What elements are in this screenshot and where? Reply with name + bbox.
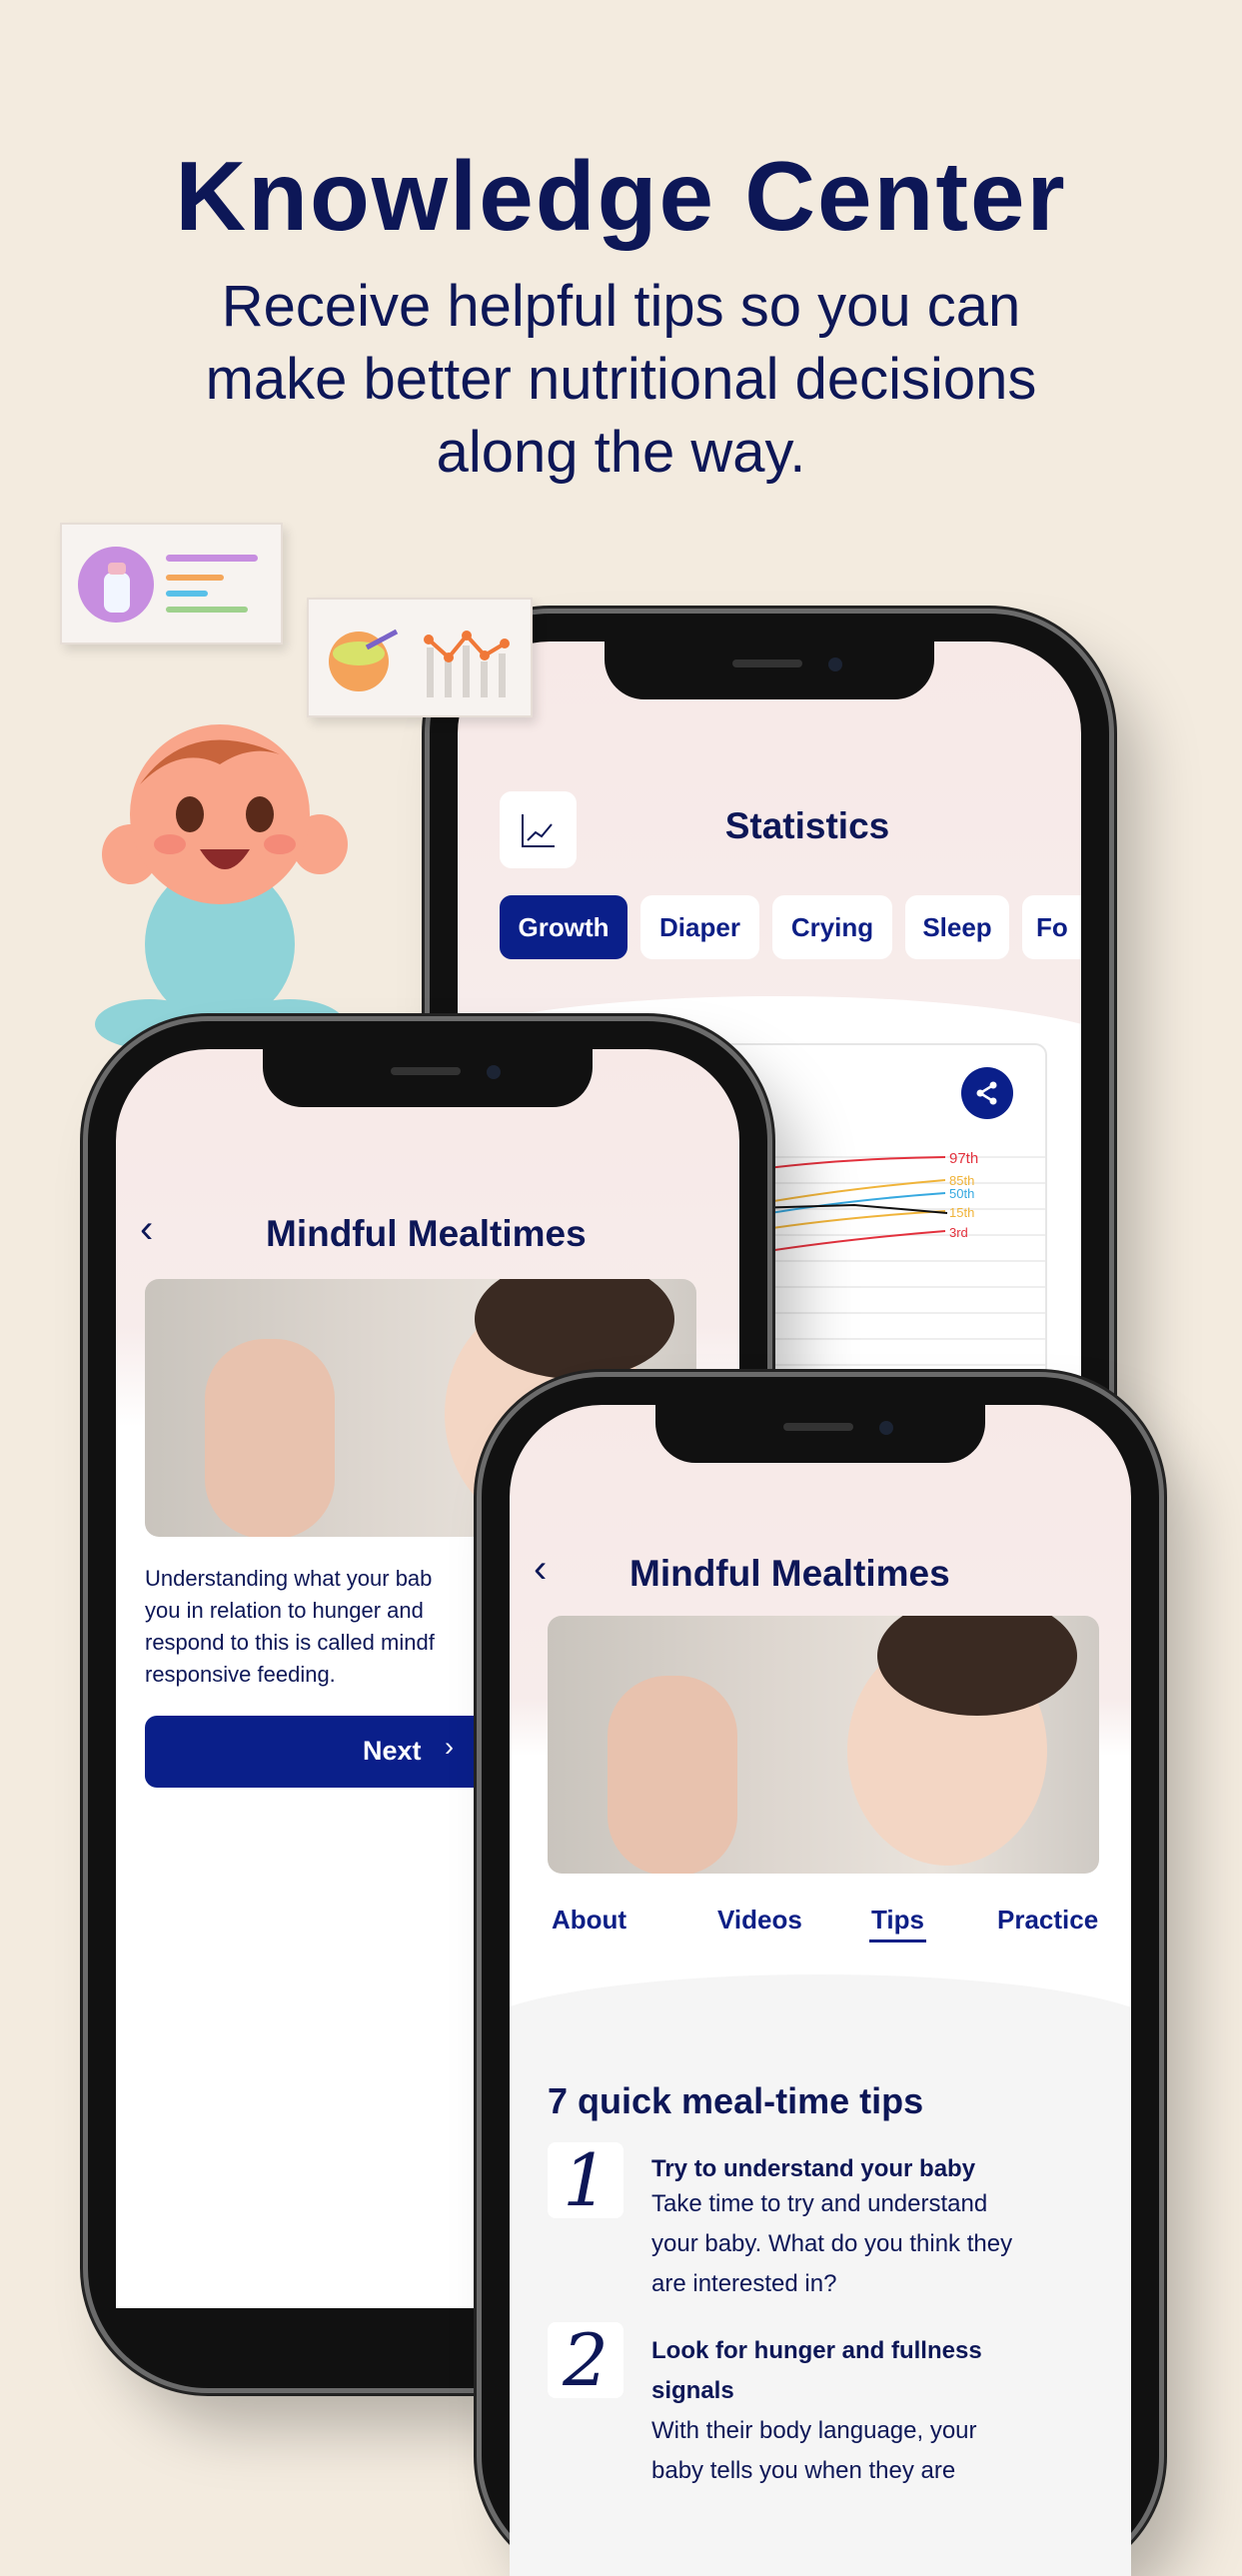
lesson-body: Understanding what your bab you in relat… bbox=[145, 1563, 435, 1691]
subtitle-line: Receive helpful tips so you can bbox=[221, 274, 1021, 339]
tip-2: Look for hunger and fullness signals Wit… bbox=[651, 2331, 982, 2491]
phone-notch bbox=[605, 642, 934, 699]
subtitle-line: make better nutritional decisions bbox=[205, 347, 1037, 412]
body-line: you in relation to hunger and bbox=[145, 1598, 424, 1623]
food-chart-sticker bbox=[307, 598, 533, 717]
label-15th: 15th bbox=[949, 1205, 974, 1220]
line-chart-icon bbox=[521, 813, 555, 847]
chevron-right-icon: › bbox=[445, 1732, 454, 1762]
page-title: Mindful Mealtimes bbox=[266, 1213, 587, 1254]
back-button[interactable]: ‹ bbox=[140, 1207, 153, 1252]
tip-desc: are interested in? bbox=[651, 2270, 837, 2297]
subtitle-line: along the way. bbox=[436, 420, 806, 485]
header-icon-box bbox=[500, 791, 577, 868]
hero-title: Knowledge Center bbox=[175, 141, 1067, 251]
tab-growth[interactable]: Growth bbox=[500, 895, 627, 959]
label-3rd: 3rd bbox=[949, 1225, 968, 1240]
body-line: responsive feeding. bbox=[145, 1662, 336, 1687]
baby-illustration bbox=[95, 724, 348, 1049]
phone-notch bbox=[655, 1405, 985, 1463]
tip-1-icon: 1 bbox=[548, 2142, 623, 2218]
food-bowl-icon bbox=[329, 629, 399, 691]
tab-videos[interactable]: Videos bbox=[717, 1905, 802, 1935]
tip-title: Look for hunger and fullness bbox=[651, 2337, 982, 2364]
tip-title: Try to understand your baby bbox=[651, 2155, 976, 2182]
back-button[interactable]: ‹ bbox=[534, 1547, 547, 1592]
tip-desc: Take time to try and understand bbox=[651, 2190, 988, 2217]
tip-desc: baby tells you when they are bbox=[651, 2457, 956, 2484]
tips-screen: ‹ Mindful Mealtimes About Videos Tips Pr… bbox=[510, 1405, 1131, 2576]
tip-desc: your baby. What do you think they bbox=[651, 2230, 1013, 2257]
tip-2-icon: 2 bbox=[548, 2322, 623, 2398]
tab-about[interactable]: About bbox=[552, 1905, 626, 1935]
tab-food[interactable]: Fo bbox=[1022, 895, 1081, 959]
tip-1: Try to understand your baby Take time to… bbox=[651, 2154, 1012, 2304]
page-title: Mindful Mealtimes bbox=[629, 1553, 950, 1594]
tab-practice[interactable]: Practice bbox=[997, 1905, 1098, 1935]
phone-notch bbox=[263, 1049, 593, 1107]
phone-tips: ‹ Mindful Mealtimes About Videos Tips Pr… bbox=[482, 1377, 1159, 2576]
tip-title: signals bbox=[651, 2377, 734, 2404]
feeding-photo bbox=[548, 1616, 1099, 1874]
tab-crying[interactable]: Crying bbox=[772, 895, 892, 959]
label-97th: 97th bbox=[949, 1150, 978, 1167]
tab-tips[interactable]: Tips bbox=[869, 1905, 926, 1942]
body-line: Understanding what your bab bbox=[145, 1566, 433, 1591]
next-label: Next bbox=[363, 1736, 422, 1766]
page-title: Statistics bbox=[724, 805, 890, 846]
tip-desc: With their body language, your bbox=[651, 2417, 977, 2444]
baby-bottle-icon bbox=[78, 547, 154, 623]
bottle-sticker bbox=[60, 523, 283, 644]
tab-sleep[interactable]: Sleep bbox=[905, 895, 1009, 959]
bar-line-chart-icon bbox=[424, 631, 510, 697]
body-line: respond to this is called mindf bbox=[145, 1630, 435, 1655]
label-50th: 50th bbox=[949, 1186, 974, 1201]
hero-subtitle: Receive helpful tips so you can make bet… bbox=[0, 270, 1242, 489]
tab-diaper[interactable]: Diaper bbox=[640, 895, 759, 959]
section-title: 7 quick meal-time tips bbox=[548, 2080, 924, 2121]
